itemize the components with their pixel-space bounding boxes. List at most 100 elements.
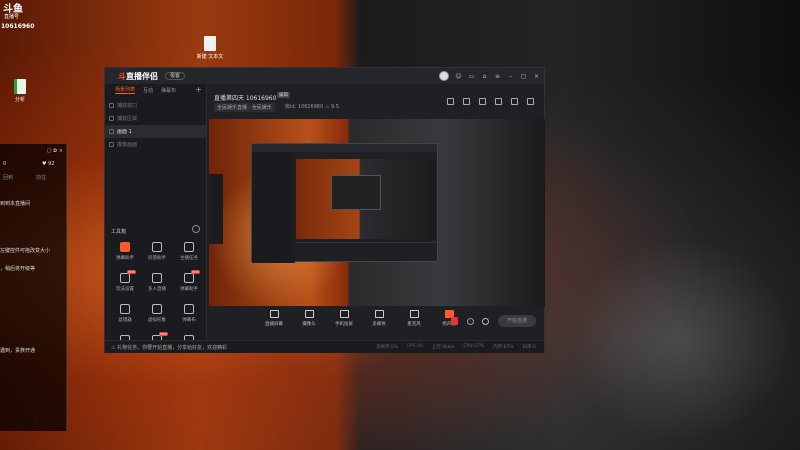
- tool-item[interactable]: 房管助手: [141, 242, 173, 261]
- chat-panel-tools[interactable]: ▢ ✿ ×: [47, 148, 63, 154]
- screen-icon[interactable]: ▭: [468, 73, 475, 80]
- tool-item[interactable]: new 弹幕助手: [173, 270, 205, 292]
- close-button[interactable]: ×: [533, 73, 540, 80]
- desktop-icon-text-file[interactable]: 新建 文本文: [190, 36, 230, 60]
- avatar-icon: [152, 304, 162, 314]
- sidebar: 场景列表 互动 弹幕布 + 捕获窗口 捕获区域 画面 1 摄像画面 工具箱 弹幕…: [105, 84, 207, 354]
- desktop-icon-label: 分析: [14, 97, 25, 103]
- multi-live-icon: [152, 273, 162, 283]
- stat-item: CPU:27%: [463, 344, 485, 349]
- lock-icon[interactable]: [463, 98, 470, 105]
- copy-icon[interactable]: [479, 98, 486, 105]
- record-icon[interactable]: [495, 98, 502, 105]
- tool-item[interactable]: 弹幕助手: [109, 242, 141, 261]
- toolbox-settings-icon[interactable]: [192, 225, 200, 233]
- camera-button[interactable]: 摄像头: [297, 310, 321, 327]
- status-bar: ⚠ 礼物任务、你要开始直播，分享给好友，欢迎精彩 丢帧率:0% FPS:30 上…: [105, 340, 544, 353]
- avatar[interactable]: [439, 71, 449, 81]
- microphone-icon: [409, 310, 419, 318]
- phone-icon: [339, 310, 349, 318]
- add-scene-button[interactable]: +: [195, 85, 202, 94]
- room-title: 直播第四天 10616960: [214, 95, 277, 102]
- monitor-icon: [269, 310, 279, 318]
- chat-line: 前往: [36, 175, 47, 181]
- chat-line: 遇到，贵族开通: [0, 348, 36, 354]
- nested-preview: [296, 159, 436, 239]
- gear-icon[interactable]: [482, 318, 489, 325]
- spreadsheet-file-icon: [14, 79, 26, 94]
- tool-item[interactable]: 多人直播: [141, 273, 173, 292]
- nested-window-capture: [251, 143, 438, 263]
- app-logo: 斗直播伴侣: [118, 72, 158, 81]
- phone-cast-button[interactable]: 手机投屏: [332, 310, 356, 327]
- warning-icon: ⚠: [111, 345, 116, 351]
- room-meta: 房id: 10616960 ♨ 9.5: [285, 104, 339, 110]
- home-icon[interactable]: ⌂: [481, 73, 488, 80]
- stat-item: 码率:0: [522, 345, 536, 350]
- bottom-toolbar: 直播屏幕 摄像头 手机投屏 多媒体 麦克风 扬声器: [209, 310, 545, 340]
- category-selector[interactable]: 全民娱乐直播 · 全民娱乐: [214, 103, 275, 112]
- maximize-button[interactable]: ▢: [520, 73, 527, 80]
- scene-item[interactable]: 捕获区域: [105, 112, 206, 125]
- eye-icon[interactable]: [109, 103, 114, 108]
- tool-item[interactable]: 弹幕布: [173, 304, 205, 323]
- tool-item[interactable]: 主播任务: [173, 242, 205, 261]
- camera-icon: [304, 310, 314, 318]
- edit-title-button[interactable]: 编辑: [277, 92, 290, 98]
- scene-item[interactable]: 摄像画面: [105, 138, 206, 151]
- toolbox-grid: 弹幕助手 房管助手 主播任务 new 玩法设置 多人直播 new 弹幕助手 滤镜器 …: [109, 242, 205, 354]
- chat-line: 左键控件可拖改变大小: [0, 248, 51, 254]
- eye-icon[interactable]: [109, 142, 114, 147]
- start-live-button[interactable]: 开始直播: [498, 315, 536, 327]
- chat-line: ，稍后将开级等: [0, 266, 36, 272]
- screen-capture-button[interactable]: 直播屏幕: [262, 310, 286, 327]
- overlay-room-id: 10616960: [1, 23, 35, 30]
- bell-icon[interactable]: [511, 98, 518, 105]
- header-icons: [447, 98, 534, 105]
- window-titlebar[interactable]: 斗直播伴侣 极客 ☺ ▭ ⌂ ≡ – ▢ ×: [105, 68, 544, 84]
- record-button-icon[interactable]: [451, 317, 458, 325]
- menu-icon[interactable]: ≡: [494, 73, 501, 80]
- stat-item: 上行:0kb/s: [431, 345, 455, 350]
- window-controls: ☺ ▭ ⌂ ≡ – ▢ ×: [439, 71, 540, 81]
- nested-sidebar: [252, 152, 295, 263]
- minimize-button[interactable]: –: [507, 73, 514, 80]
- tool-item[interactable]: 滤镜器: [109, 304, 141, 323]
- stat-item: 丢帧率:0%: [376, 345, 399, 350]
- preview-left-strip: [209, 174, 223, 244]
- play-setting-icon: [120, 273, 130, 283]
- scene-item[interactable]: 捕获窗口: [105, 99, 206, 112]
- scene-item[interactable]: 画面 1: [105, 125, 206, 138]
- tab-scenes[interactable]: 场景列表: [115, 86, 136, 94]
- eye-icon[interactable]: [109, 129, 114, 134]
- desktop-icon-analysis[interactable]: 分析: [0, 79, 40, 103]
- layout-icon[interactable]: [447, 98, 454, 105]
- overlay-sub: 直播号: [4, 14, 20, 20]
- eye-icon[interactable]: [109, 116, 114, 121]
- tab-danmu[interactable]: 弹幕布: [161, 87, 176, 94]
- scene-list: 捕获窗口 捕获区域 画面 1 摄像画面: [105, 99, 206, 151]
- nested-titlebar: [252, 144, 437, 152]
- camera-toggle-icon[interactable]: [467, 318, 474, 325]
- media-button[interactable]: 多媒体: [367, 310, 391, 327]
- tool-item[interactable]: 虚拟形象: [141, 304, 173, 323]
- live-preview[interactable]: [209, 119, 545, 306]
- status-stats: 丢帧率:0% FPS:30 上行:0kb/s CPU:27% 内存:67% 码率…: [376, 344, 536, 350]
- wallpaper-smoke: [560, 230, 800, 450]
- tool-item[interactable]: new 玩法设置: [109, 270, 141, 292]
- emoji-icon[interactable]: ☺: [455, 73, 462, 80]
- microphone-button[interactable]: 麦克风: [402, 310, 426, 327]
- danmu-icon: [184, 273, 194, 283]
- danmu-board-icon: [184, 304, 194, 314]
- chat-line: 回到: [3, 175, 14, 181]
- stat-item: 内存:67%: [493, 345, 514, 350]
- stream-overlay-logo: 斗鱼 直播号 10616960: [0, 0, 34, 32]
- desktop-icon-label: 新建 文本文: [196, 54, 224, 60]
- share-icon[interactable]: [527, 98, 534, 105]
- tab-interact[interactable]: 互动: [143, 87, 153, 94]
- chat-overlay-panel[interactable]: ▢ ✿ × 0 ♥ 92 回到 前往 到到本直播间 左键控件可拖改变大小 ，稍后…: [0, 144, 67, 431]
- live-companion-window: 斗直播伴侣 极客 ☺ ▭ ⌂ ≡ – ▢ × 场景列表 互动 弹幕布 + 捕获窗…: [104, 67, 545, 354]
- chat-line: 到到本直播间: [0, 201, 31, 207]
- sidebar-tabs: 场景列表 互动 弹幕布 +: [105, 84, 206, 96]
- version-badge[interactable]: 极客: [165, 72, 186, 80]
